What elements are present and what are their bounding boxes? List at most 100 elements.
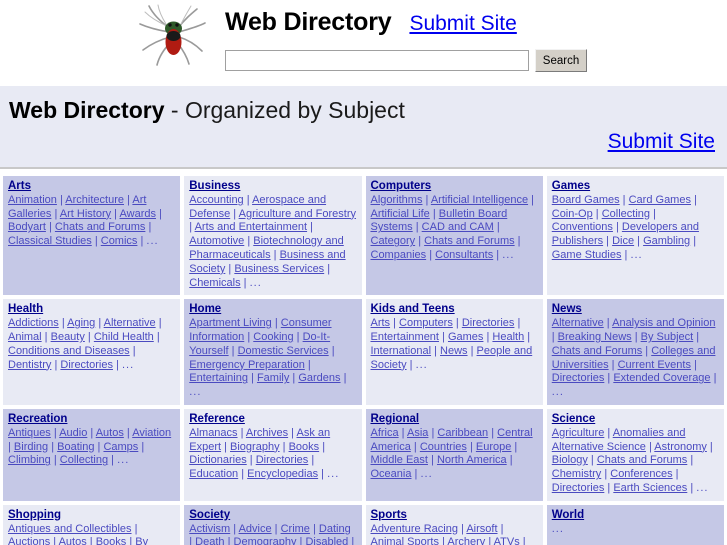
subcategory-link[interactable]: Activism [189,523,230,535]
subcategory-link[interactable]: Directories [462,317,515,329]
category-title-link[interactable]: Business [189,180,356,194]
subcategory-link[interactable]: Biography [230,441,280,453]
more-ellipsis[interactable]: ... [117,454,129,466]
subcategory-link[interactable]: Comics [101,235,138,247]
subcategory-link[interactable]: News [440,345,468,357]
subcategory-link[interactable]: Countries [420,441,467,453]
subcategory-link[interactable]: Aviation [132,427,171,439]
search-input[interactable] [225,50,529,71]
subcategory-link[interactable]: Accounting [189,194,243,206]
subcategory-link[interactable]: Books [289,441,320,453]
subcategory-link[interactable]: Apartment Living [189,317,272,329]
subcategory-link[interactable]: Current Events [618,359,691,371]
subcategory-link[interactable]: Chemicals [189,277,240,289]
subcategory-link[interactable]: Encyclopedias [247,468,318,480]
more-ellipsis[interactable]: ... [502,249,514,261]
subcategory-link[interactable]: Automotive [189,235,244,247]
subcategory-link[interactable]: Animal [8,331,42,343]
category-title-link[interactable]: Kids and Teens [371,303,538,317]
subcategory-link[interactable]: Arts and Entertainment [195,221,308,233]
subcategory-link[interactable]: Agriculture [552,427,605,439]
subcategory-link[interactable]: Directories [256,454,309,466]
subcategory-link[interactable]: Directories [552,482,605,494]
subcategory-link[interactable]: Africa [371,427,399,439]
subcategory-link[interactable]: Beauty [51,331,85,343]
subcategory-link[interactable]: Books [96,536,127,545]
more-ellipsis[interactable]: ... [250,277,262,289]
subcategory-link[interactable]: Alternative [104,317,156,329]
subcategory-link[interactable]: Biology [552,454,588,466]
subcategory-link[interactable]: Chats and Forums [552,345,642,357]
subcategory-link[interactable]: Antiques [8,427,51,439]
subcategory-link[interactable]: Computers [399,317,453,329]
subcategory-link[interactable]: Board Games [552,194,620,206]
subcategory-link[interactable]: Addictions [8,317,59,329]
subcategory-link[interactable]: Adventure Racing [371,523,458,535]
more-ellipsis[interactable]: ... [552,386,564,398]
subcategory-link[interactable]: Earth Sciences [613,482,687,494]
subcategory-link[interactable]: Child Health [94,331,154,343]
subcategory-link[interactable]: Analysis and Opinion [612,317,715,329]
subcategory-link[interactable]: Card Games [629,194,691,206]
subcategory-link[interactable]: Middle East [371,454,428,466]
more-ellipsis[interactable]: ... [189,386,201,398]
subcategory-link[interactable]: Agriculture and Forestry [239,208,356,220]
subcategory-link[interactable]: Climbing [8,454,51,466]
category-title-link[interactable]: Regional [371,413,538,427]
subcategory-link[interactable]: Classical Studies [8,235,92,247]
subcategory-link[interactable]: Directories [60,359,113,371]
category-title-link[interactable]: Health [8,303,175,317]
category-title-link[interactable]: Computers [371,180,538,194]
subcategory-link[interactable]: Breaking News [558,331,632,343]
subcategory-link[interactable]: Almanacs [189,427,237,439]
more-ellipsis[interactable]: ... [420,468,432,480]
subcategory-link[interactable]: Dating [319,523,351,535]
category-title-link[interactable]: World [552,509,719,523]
subcategory-link[interactable]: Business Services [234,263,324,275]
subcategory-link[interactable]: Entertainment [371,331,439,343]
subcategory-link[interactable]: Animal Sports [371,536,439,545]
subcategory-link[interactable]: Directories [552,372,605,384]
more-ellipsis[interactable]: ... [146,235,158,247]
subcategory-link[interactable]: Archery [447,536,485,545]
banner-submit-site-link[interactable]: Submit Site [608,130,715,154]
subcategory-link[interactable]: Conventions [552,221,613,233]
more-ellipsis[interactable]: ... [416,359,428,371]
subcategory-link[interactable]: Chats and Forums [424,235,514,247]
subcategory-link[interactable]: Extended Coverage [613,372,710,384]
subcategory-link[interactable]: Airsoft [466,523,497,535]
subcategory-link[interactable]: Gardens [298,372,340,384]
subcategory-link[interactable]: Camps [103,441,138,453]
subcategory-link[interactable]: Companies [371,249,427,261]
subcategory-link[interactable]: Autos [96,427,124,439]
more-ellipsis[interactable]: ... [696,482,708,494]
subcategory-link[interactable]: Awards [120,208,156,220]
subcategory-link[interactable]: Games [448,331,483,343]
subcategory-link[interactable]: Domestic Services [238,345,329,357]
subcategory-link[interactable]: Consultants [435,249,493,261]
category-title-link[interactable]: Recreation [8,413,175,427]
subcategory-link[interactable]: Education [189,468,238,480]
subcategory-link[interactable]: Gambling [643,235,690,247]
subcategory-link[interactable]: Cooking [253,331,293,343]
category-title-link[interactable]: Society [189,509,356,523]
subcategory-link[interactable]: Astronomy [654,441,707,453]
more-ellipsis[interactable]: ... [122,359,134,371]
header-submit-site-link[interactable]: Submit Site [409,12,516,36]
subcategory-link[interactable]: Art History [60,208,111,220]
subcategory-link[interactable]: By Subject [641,331,694,343]
subcategory-link[interactable]: Audio [59,427,87,439]
subcategory-link[interactable]: Europe [476,441,511,453]
subcategory-link[interactable]: Emergency Preparation [189,359,305,371]
category-title-link[interactable]: Arts [8,180,175,194]
category-title-link[interactable]: Science [552,413,719,427]
subcategory-link[interactable]: Architecture [65,194,124,206]
subcategory-link[interactable]: Oceania [371,468,412,480]
subcategory-link[interactable]: Demography [234,536,297,545]
subcategory-link[interactable]: Family [257,372,289,384]
subcategory-link[interactable]: Dentistry [8,359,51,371]
subcategory-link[interactable]: CAD and CAM [422,221,494,233]
subcategory-link[interactable]: Aging [67,317,95,329]
subcategory-link[interactable]: Alternative [552,317,604,329]
subcategory-link[interactable]: Chats and Forums [55,221,145,233]
